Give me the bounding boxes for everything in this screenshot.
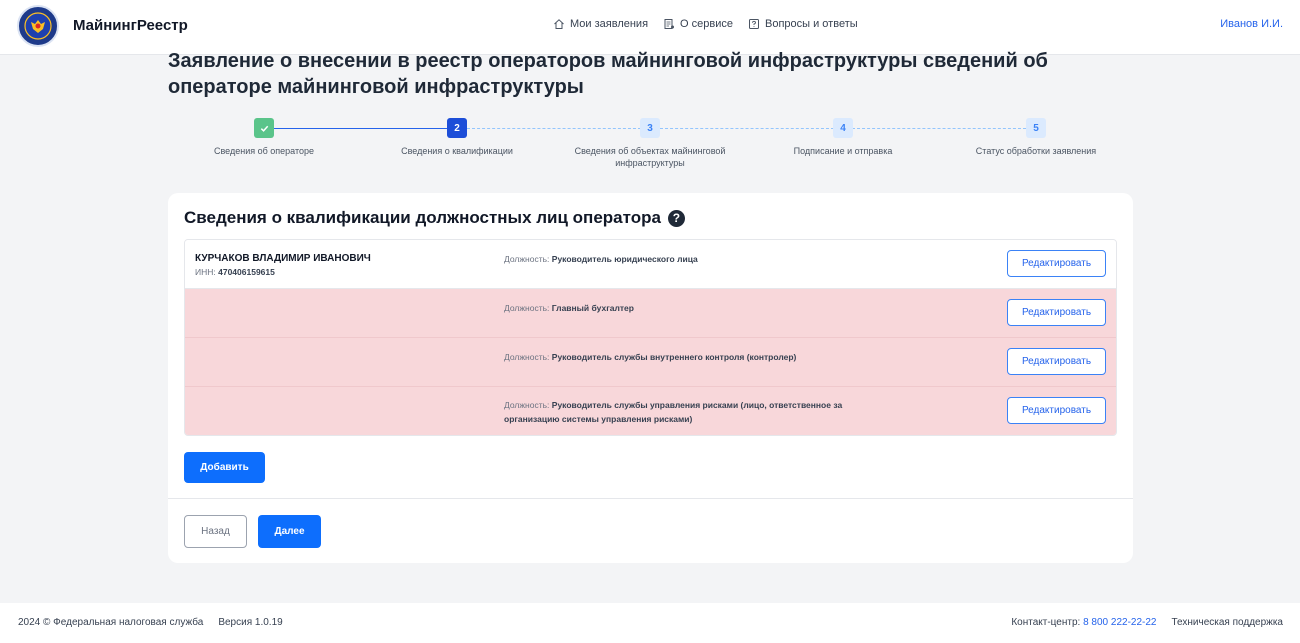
- step-label: Сведения об объектах майнинговой инфраст…: [574, 146, 726, 168]
- position-text: Должность: Руководитель службы внутренне…: [504, 350, 894, 364]
- position-prefix: Должность:: [504, 303, 550, 313]
- step-2[interactable]: 2 Сведения о квалификации: [362, 118, 552, 157]
- step-number: 4: [833, 118, 853, 138]
- contact-prefix: Контакт-центр:: [1011, 617, 1081, 628]
- step-number: 2: [447, 118, 467, 138]
- nav-about-service[interactable]: О сервисе: [663, 18, 733, 30]
- check-icon: [254, 118, 274, 138]
- progress-stepper: Сведения об операторе 2 Сведения о квали…: [168, 118, 1132, 178]
- top-header: МайнингРеестр Мои заявления О сервисе Во…: [0, 0, 1300, 55]
- add-button[interactable]: Добавить: [184, 452, 265, 483]
- section-title: Сведения о квалификации должностных лиц …: [184, 208, 685, 228]
- edit-button[interactable]: Редактировать: [1007, 397, 1106, 424]
- edit-button[interactable]: Редактировать: [1007, 299, 1106, 326]
- help-icon[interactable]: ?: [667, 209, 685, 227]
- position-prefix: Должность:: [504, 352, 550, 362]
- position-value: Главный бухгалтер: [551, 303, 634, 313]
- position-value: Руководитель службы внутреннего контроля…: [551, 352, 797, 362]
- position-text: Должность: Главный бухгалтер: [504, 301, 894, 315]
- eagle-emblem-icon: [24, 12, 52, 40]
- page-footer: 2024 © Федеральная налоговая служба Верс…: [0, 603, 1300, 643]
- table-row: Должность: Главный бухгалтер Редактирова…: [185, 289, 1116, 338]
- position-prefix: Должность:: [504, 400, 550, 410]
- qualification-card: Сведения о квалификации должностных лиц …: [168, 193, 1133, 563]
- section-title-text: Сведения о квалификации должностных лиц …: [184, 208, 661, 227]
- nav-faq[interactable]: Вопросы и ответы: [748, 18, 858, 30]
- table-row: Должность: Руководитель службы управлени…: [185, 387, 1116, 435]
- step-label: Статус обработки заявления: [975, 146, 1097, 156]
- user-name-link[interactable]: Иванов И.И.: [1220, 18, 1283, 30]
- step-4[interactable]: 4 Подписание и отправка: [748, 118, 938, 157]
- back-button[interactable]: Назад: [184, 515, 247, 548]
- question-icon: [749, 19, 759, 29]
- home-icon: [554, 19, 564, 29]
- inn-prefix: ИНН:: [195, 267, 216, 277]
- copyright-text: 2024 © Федеральная налоговая служба: [18, 617, 204, 628]
- position-value: Руководитель службы управления рисками (…: [504, 400, 843, 424]
- officials-table: КУРЧАКОВ ВЛАДИМИР ИВАНОВИЧ ИНН: 47040615…: [184, 239, 1117, 436]
- table-row: КУРЧАКОВ ВЛАДИМИР ИВАНОВИЧ ИНН: 47040615…: [185, 240, 1116, 289]
- position-prefix: Должность:: [504, 254, 550, 264]
- version-text: Версия 1.0.19: [218, 617, 283, 628]
- position-text: Должность: Руководитель юридического лиц…: [504, 252, 894, 266]
- nav-my-applications-label: Мои заявления: [570, 18, 649, 30]
- step-5[interactable]: 5 Статус обработки заявления: [941, 118, 1131, 157]
- step-label: Сведения о квалификации: [401, 146, 513, 156]
- person-inn: ИНН: 470406159615: [195, 267, 275, 277]
- position-value: Руководитель юридического лица: [551, 254, 698, 264]
- app-title[interactable]: МайнингРеестр: [73, 17, 188, 34]
- person-name: КУРЧАКОВ ВЛАДИМИР ИВАНОВИЧ: [195, 253, 371, 264]
- edit-button[interactable]: Редактировать: [1007, 348, 1106, 375]
- document-icon: [664, 19, 675, 29]
- divider: [168, 498, 1133, 499]
- step-3[interactable]: 3 Сведения об объектах майнинговой инфра…: [555, 118, 745, 169]
- main-nav: Мои заявления О сервисе Вопросы и ответы: [553, 18, 858, 30]
- table-row: Должность: Руководитель службы внутренне…: [185, 338, 1116, 387]
- step-label: Сведения об операторе: [213, 146, 314, 156]
- inn-value: 470406159615: [218, 267, 275, 277]
- contact-center: Контакт-центр: 8 800 222-22-22: [1011, 617, 1156, 628]
- edit-button[interactable]: Редактировать: [1007, 250, 1106, 277]
- nav-my-applications[interactable]: Мои заявления: [553, 18, 648, 30]
- step-label: Подписание и отправка: [793, 146, 893, 156]
- nav-faq-label: Вопросы и ответы: [765, 18, 858, 30]
- step-number: 5: [1026, 118, 1046, 138]
- footer-left: 2024 © Федеральная налоговая служба Верс…: [18, 617, 283, 628]
- contact-phone-link[interactable]: 8 800 222-22-22: [1083, 617, 1156, 628]
- fns-emblem-logo[interactable]: [17, 5, 59, 47]
- step-number: 3: [640, 118, 660, 138]
- support-link[interactable]: Техническая поддержка: [1171, 617, 1283, 628]
- next-button[interactable]: Далее: [258, 515, 321, 548]
- footer-right: Контакт-центр: 8 800 222-22-22 Техническ…: [1011, 617, 1283, 628]
- nav-about-service-label: О сервисе: [680, 18, 733, 30]
- step-1[interactable]: Сведения об операторе: [169, 118, 359, 157]
- position-text: Должность: Руководитель службы управлени…: [504, 398, 894, 426]
- page-title: Заявление о внесении в реестр операторов…: [168, 50, 1048, 98]
